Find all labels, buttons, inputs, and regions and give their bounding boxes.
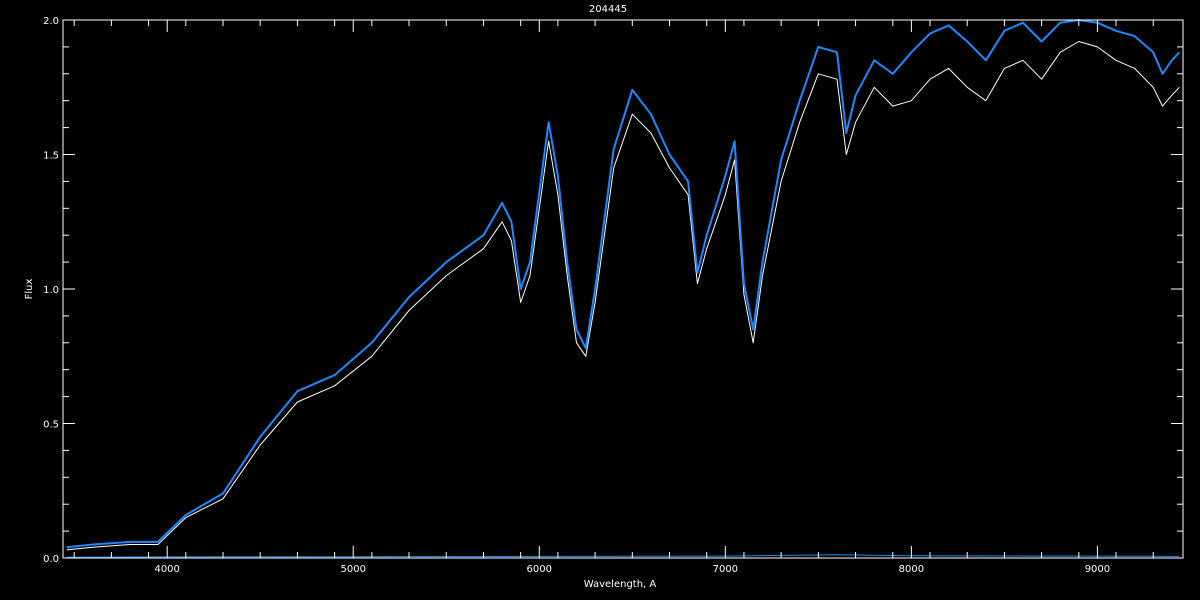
x-tick-label: 9000	[1085, 564, 1110, 575]
y-tick-label: 0.0	[43, 554, 59, 565]
x-axis-label: Wavelength, A	[584, 579, 657, 590]
y-tick-label: 1.0	[43, 285, 59, 296]
series-line-1	[66, 19, 1181, 549]
plot-frame	[62, 19, 1184, 559]
y-axis-label: Flux	[24, 279, 35, 300]
x-tick-label: 8000	[899, 564, 924, 575]
ticks-layer: 4000 5000 6000 7000 8000 9000 0.0 0.5 1.0 1.5 2.0	[43, 16, 1183, 575]
chart-title: 204445	[589, 4, 627, 15]
x-tick-label: 4000	[154, 564, 179, 575]
series-layer	[66, 19, 1181, 558]
y-tick-label: 2.0	[43, 16, 59, 27]
y-tick-label: 0.5	[43, 420, 59, 431]
y-tick-label: 1.5	[43, 151, 59, 162]
series-line-2	[66, 554, 1180, 558]
x-tick-label: 6000	[527, 564, 552, 575]
spectrum-chart: 4000 5000 6000 7000 8000 90000.00.51.01.52.0 …	[24, 4, 1184, 590]
x-tick-label: 7000	[713, 564, 738, 575]
x-tick-label: 5000	[341, 564, 366, 575]
